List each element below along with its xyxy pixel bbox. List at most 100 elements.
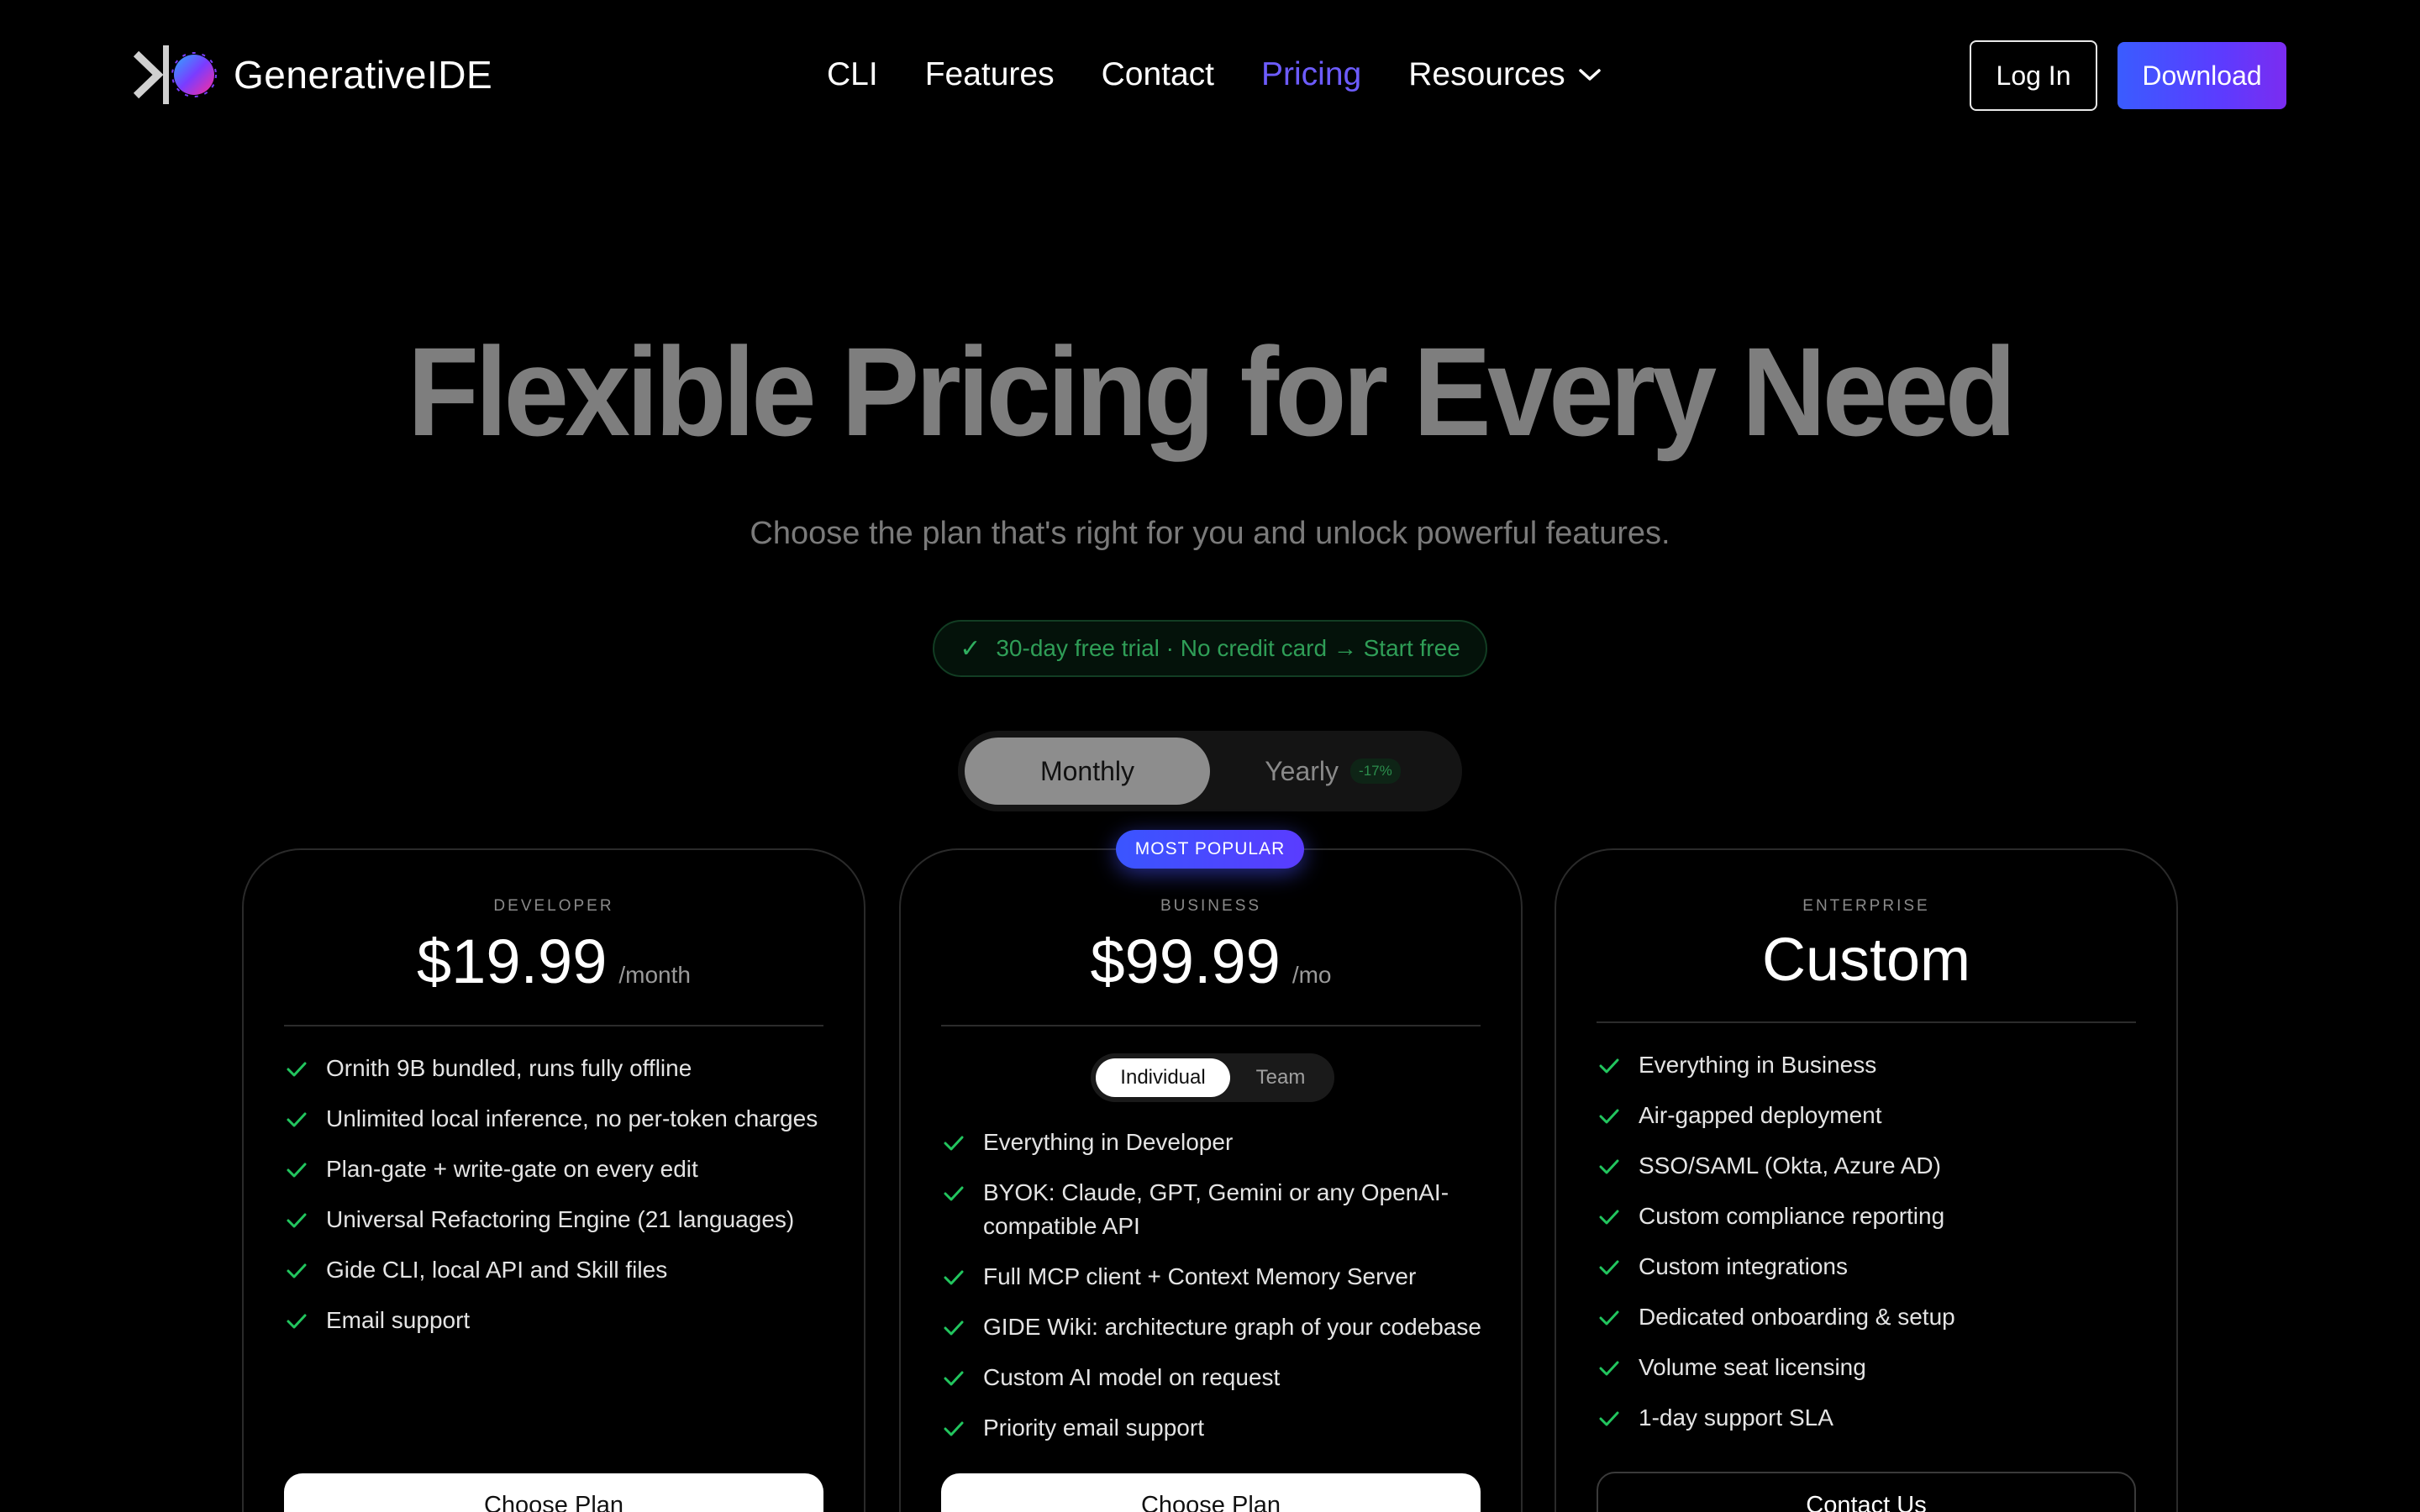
plan-feature: Unlimited local inference, no per-token …: [286, 1102, 830, 1136]
plan-feature-text: Priority email support: [983, 1415, 1204, 1441]
check-icon: [1599, 1109, 1619, 1124]
most-popular-badge: MOST POPULAR: [1116, 830, 1304, 869]
billing-monthly-label: Monthly: [1039, 755, 1135, 786]
plan-feature: Everything in Developer: [943, 1126, 1487, 1159]
plan-feature-text: Unlimited local inference, no per-token …: [326, 1105, 818, 1131]
card-divider: [941, 1025, 1481, 1026]
check-icon: [944, 1186, 964, 1201]
check-icon: [1599, 1260, 1619, 1275]
plan-card-developer: DEVELOPER $19.99 /month Ornith 9B bundle…: [242, 848, 865, 1512]
plan-feature-text: Plan-gate + write-gate on every edit: [326, 1156, 698, 1182]
plan-feature-text: GIDE Wiki: architecture graph of your co…: [983, 1314, 1481, 1340]
check-icon: [287, 1163, 307, 1178]
check-icon: [1599, 1159, 1619, 1174]
plan-feature: 1-day support SLA: [1598, 1401, 2143, 1435]
pricing-page: GenerativeIDE CLI Features Contact Prici…: [0, 0, 2420, 1512]
chevron-down-icon: [1578, 69, 1601, 81]
plan-period: /month: [618, 962, 691, 988]
plan-tier-label: DEVELOPER: [493, 897, 614, 915]
plan-feature-list: Everything in Developer BYOK: Claude, GP…: [943, 1126, 1487, 1462]
plan-feature-text: Full MCP client + Context Memory Server: [983, 1263, 1417, 1289]
check-icon: [944, 1270, 964, 1285]
plan-feature: GIDE Wiki: architecture graph of your co…: [943, 1310, 1487, 1344]
plan-feature: Ornith 9B bundled, runs fully offline: [286, 1052, 830, 1085]
check-icon: [944, 1421, 964, 1436]
free-trial-text: 30-day free trial · No credit card → Sta…: [996, 635, 1460, 661]
plan-price: $99.99: [1090, 927, 1281, 996]
plan-feature: Email support: [286, 1304, 830, 1337]
plan-feature: Dedicated onboarding & setup: [1598, 1300, 2143, 1334]
check-icon: [1599, 1058, 1619, 1074]
plan-feature-text: Everything in Business: [1639, 1052, 1877, 1078]
plan-feature-text: Everything in Developer: [983, 1129, 1234, 1155]
brand-name: GenerativeIDE: [234, 53, 493, 97]
plan-feature: Custom integrations: [1598, 1250, 2143, 1284]
download-button[interactable]: Download: [2118, 42, 2286, 109]
plan-feature: Everything in Business: [1598, 1048, 2143, 1082]
plan-price-row: $19.99 /month: [244, 926, 864, 997]
nav-link-pricing[interactable]: Pricing: [1261, 56, 1361, 93]
yearly-discount-badge: -17%: [1350, 759, 1401, 784]
check-icon: [287, 1213, 307, 1228]
plan-feature-list: Ornith 9B bundled, runs fully offline Un…: [286, 1052, 830, 1354]
plan-feature: Full MCP client + Context Memory Server: [943, 1260, 1487, 1294]
plan-price-row: $99.99 /mo: [901, 926, 1521, 997]
check-icon: [944, 1320, 964, 1336]
check-icon: [944, 1136, 964, 1151]
free-trial-link[interactable]: ✓ 30-day free trial · No credit card → S…: [933, 620, 1487, 677]
page-subtitle: Choose the plan that's right for you and…: [750, 516, 1670, 551]
billing-yearly-option[interactable]: Yearly -17%: [1210, 738, 1455, 805]
check-icon: [1599, 1310, 1619, 1326]
nav-link-resources[interactable]: Resources: [1408, 56, 1602, 93]
plan-card-enterprise: ENTERPRISE Custom Everything in Business…: [1555, 848, 2178, 1512]
choose-plan-developer-button[interactable]: Choose Plan: [284, 1473, 823, 1512]
plan-feature-list: Everything in Business Air-gapped deploy…: [1598, 1048, 2143, 1452]
check-icon: [1599, 1361, 1619, 1376]
plan-tier-label: BUSINESS: [1160, 897, 1262, 915]
plan-feature-text: Air-gapped deployment: [1639, 1102, 1882, 1128]
seat-type-individual-option[interactable]: Individual: [1096, 1058, 1230, 1097]
seat-type-team-option[interactable]: Team: [1230, 1058, 1331, 1097]
plan-feature: Gide CLI, local API and Skill files: [286, 1253, 830, 1287]
plan-tier-label: ENTERPRISE: [1802, 897, 1930, 915]
plan-feature-text: Custom AI model on request: [983, 1364, 1281, 1390]
nav-link-cli[interactable]: CLI: [827, 56, 878, 93]
plan-feature: Universal Refactoring Engine (21 languag…: [286, 1203, 830, 1236]
check-icon: [1599, 1210, 1619, 1225]
nav-link-resources-label: Resources: [1408, 56, 1565, 92]
plan-feature: Custom compliance reporting: [1598, 1200, 2143, 1233]
plan-feature-text: Email support: [326, 1307, 471, 1333]
plan-feature: Custom AI model on request: [943, 1361, 1487, 1394]
plan-price: $19.99: [417, 927, 608, 996]
plan-period: /mo: [1292, 962, 1332, 988]
check-icon: [287, 1263, 307, 1278]
contact-us-button[interactable]: Contact Us: [1597, 1472, 2136, 1512]
plan-feature-text: Custom integrations: [1639, 1253, 1849, 1279]
plan-feature-text: Universal Refactoring Engine (21 languag…: [326, 1206, 795, 1232]
check-icon: [1599, 1411, 1619, 1426]
plan-price: Custom: [1761, 927, 1971, 994]
page-title: Flexible Pricing for Every Need: [407, 321, 2017, 462]
plan-feature-text: Custom compliance reporting: [1639, 1203, 1945, 1229]
brand-link[interactable]: GenerativeIDE: [133, 44, 492, 106]
plan-feature: SSO/SAML (Okta, Azure AD): [1598, 1149, 2143, 1183]
plan-feature-text: SSO/SAML (Okta, Azure AD): [1639, 1152, 1941, 1179]
plan-feature-text: Ornith 9B bundled, runs fully offline: [326, 1055, 692, 1081]
billing-period-toggle: Monthly Yearly -17%: [958, 731, 1462, 811]
check-icon: [287, 1314, 307, 1329]
plan-feature: BYOK: Claude, GPT, Gemini or any OpenAI-…: [943, 1176, 1487, 1243]
billing-monthly-option[interactable]: Monthly: [965, 738, 1210, 805]
login-button[interactable]: Log In: [1970, 40, 2097, 111]
plan-feature: Plan-gate + write-gate on every edit: [286, 1152, 830, 1186]
billing-yearly-label: Yearly: [1265, 755, 1339, 786]
card-divider: [284, 1025, 823, 1026]
generativeide-logo-icon: [133, 45, 217, 104]
plan-feature: Air-gapped deployment: [1598, 1099, 2143, 1132]
nav-link-contact[interactable]: Contact: [1102, 56, 1214, 93]
seat-type-toggle: Individual Team: [1091, 1053, 1334, 1102]
plan-feature: Volume seat licensing: [1598, 1351, 2143, 1384]
choose-plan-business-button[interactable]: Choose Plan: [941, 1473, 1481, 1512]
check-icon: [287, 1062, 307, 1077]
plan-feature-text: Gide CLI, local API and Skill files: [326, 1257, 668, 1283]
nav-link-features[interactable]: Features: [925, 56, 1055, 93]
